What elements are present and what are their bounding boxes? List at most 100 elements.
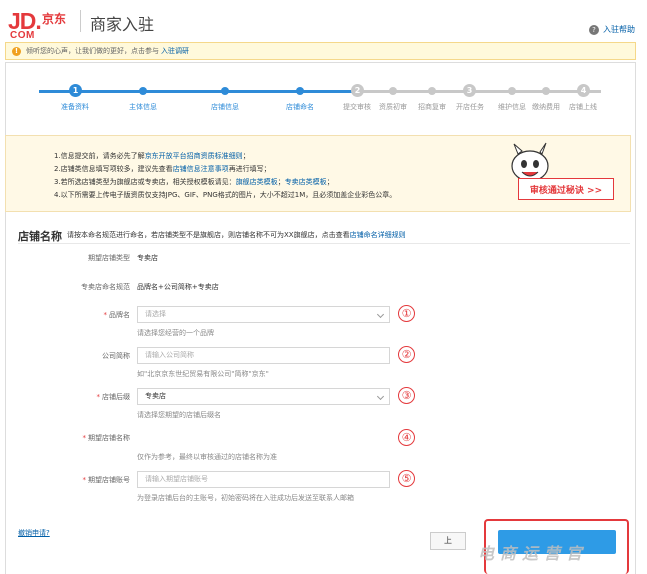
step-label: 缴纳费用 [532, 103, 560, 111]
step-label: 店铺信息 [211, 103, 239, 111]
account-input[interactable]: 请输入期望店铺账号 [137, 471, 390, 488]
annotation-number-1: ① [398, 305, 415, 322]
step-label: 主体信息 [129, 103, 157, 111]
page-header: JD. 京东 COM 商家入驻 ? 入驻帮助 [0, 0, 647, 42]
previous-step-button[interactable]: 上 [430, 532, 466, 550]
step-label: 店铺上线 [569, 103, 597, 111]
suffix-hint: 请选择您期望的店铺后缀名 [137, 411, 221, 419]
step-group-2-node: 2 [351, 84, 364, 97]
required-mark: * [82, 476, 87, 484]
step-label: 店铺命名 [286, 103, 314, 111]
account-hint: 为登录店铺后台的主账号，初始密码将在入驻成功后发送至联系人邮箱 [137, 494, 354, 502]
company-label: 公司简称 [102, 352, 130, 360]
expected-name-hint: 仅作为参考，最终以审核通过的店铺名称为准 [137, 453, 277, 461]
brand-select-placeholder: 请选择 [145, 310, 166, 318]
store-notes-link[interactable]: 店铺信息注意事项 [173, 165, 229, 173]
survey-notice: ! 倾听您的心声，让我们做的更好，点击参与 入驻调研 [5, 42, 636, 60]
help-link[interactable]: ? 入驻帮助 [589, 24, 635, 35]
store-type-value: 专卖店 [137, 254, 158, 262]
cancel-application-link[interactable]: 撤销申请? [18, 528, 50, 538]
annotation-number-3: ③ [398, 387, 415, 404]
suffix-label-text: 店铺后缀 [102, 393, 130, 401]
suffix-select[interactable]: 专卖店 [137, 388, 390, 405]
step-group-3-node: 3 [463, 84, 476, 97]
suffix-label: * 店铺后缀 [0, 392, 131, 402]
annotation-number-5: ⑤ [398, 470, 415, 487]
annotation-number-4: ④ [398, 429, 415, 446]
step-dot [296, 87, 304, 95]
naming-rules-link[interactable]: 店铺命名详细规则 [350, 231, 406, 239]
section-title: 店铺名称 [18, 230, 62, 243]
info-text: ； [277, 178, 285, 186]
brand-select[interactable]: 请选择 [137, 306, 390, 323]
step-label: 开店任务 [456, 103, 484, 111]
info-text: ； [326, 178, 334, 186]
chevron-down-icon [376, 310, 385, 319]
header-divider [80, 10, 81, 32]
step-dot [389, 87, 397, 95]
store-type-label: 期望店铺类型 [88, 254, 130, 262]
info-line-4: 4.以下所需要上传电子版资质仅支持JPG、GIF、PNG格式的图片，大小不超过1… [54, 191, 397, 199]
question-icon: ? [589, 24, 599, 35]
step-label: 维护信息 [498, 103, 526, 111]
brand-label-text: 品牌名 [109, 311, 130, 319]
logo-com-text: COM [10, 30, 35, 41]
progress-steps: 1 2 3 4 准备资料 主体信息 店铺信息 店铺命名 提交审核 资质初审 招商… [5, 62, 636, 122]
info-text: ； [242, 152, 250, 160]
info-text: 1.信息提交前，请务必先了解 [54, 152, 145, 160]
step-dot [139, 87, 147, 95]
flagship-template-link[interactable]: 旗舰店类模板 [236, 178, 278, 186]
info-text: 再进行填写； [228, 165, 271, 173]
expected-name-label: * 期望店铺名称 [0, 433, 131, 443]
info-line-3: 3.若所选店铺类型为旗舰店或专卖店，相关授权模板请见：旗舰店类模板；专卖店类模板… [54, 176, 396, 189]
annotation-number-2: ② [398, 346, 415, 363]
exclamation-icon: ! [12, 46, 21, 56]
logo-cn-text: 京东 [42, 12, 67, 26]
help-label: 入驻帮助 [603, 25, 635, 34]
info-text: 2.店铺类信息填写项较多，建议先查看 [54, 165, 173, 173]
specialty-template-link[interactable]: 专卖店类模板 [285, 178, 327, 186]
company-input-placeholder: 请输入公司简称 [145, 351, 194, 359]
required-mark: * [96, 393, 101, 401]
info-lines: 1.信息提交前，请务必先了解京东开放平台招商资质标准细则； 2.店铺类信息填写项… [54, 150, 396, 202]
section-description: 请按本命名规范进行命名，若店铺类型不是旗舰店，则店铺名称不可为XX旗舰店，点击查… [67, 230, 406, 240]
info-text: 3.若所选店铺类型为旗舰店或专卖店，相关授权模板请见： [54, 178, 236, 186]
naming-rule-label: 专卖店命名规范 [81, 283, 130, 291]
step-label: 准备资料 [61, 103, 89, 111]
notice-text: 倾听您的心声，让我们做的更好，点击参与 [26, 47, 159, 55]
step-label: 招商复审 [418, 103, 446, 111]
brand-label: * 品牌名 [0, 310, 131, 320]
account-input-placeholder: 请输入期望店铺账号 [145, 475, 208, 483]
step-group-4-node: 4 [577, 84, 590, 97]
info-line-1: 1.信息提交前，请务必先了解京东开放平台招商资质标准细则； [54, 150, 396, 163]
step-line-active [39, 90, 359, 93]
account-label-text: 期望店铺账号 [88, 476, 130, 484]
survey-link[interactable]: 入驻调研 [161, 46, 189, 56]
expected-name-label-text: 期望店铺名称 [88, 434, 130, 442]
section-desc-text: 请按本命名规范进行命名，若店铺类型不是旗舰店，则店铺名称不可为XX旗舰店，点击查… [67, 231, 350, 239]
brand-hint: 请选择您经营的一个品牌 [137, 329, 214, 337]
account-label: * 期望店铺账号 [0, 475, 131, 485]
step-label: 提交审核 [343, 103, 371, 111]
company-hint: 如"北京京东世纪贸易有限公司"简称"京东" [137, 370, 269, 378]
info-box: 1.信息提交前，请务必先了解京东开放平台招商资质标准细则； 2.店铺类信息填写项… [5, 135, 631, 212]
step-dot [508, 87, 516, 95]
info-line-2: 2.店铺类信息填写项较多，建议先查看店铺信息注意事项再进行填写； [54, 163, 396, 176]
jd-logo[interactable]: JD. 京东 COM [8, 6, 70, 41]
standards-link[interactable]: 京东开放平台招商资质标准细则 [145, 152, 243, 160]
company-input[interactable]: 请输入公司简称 [137, 347, 390, 364]
watermark: 电商运营官 [478, 544, 589, 563]
section-divider [18, 243, 630, 244]
page-title: 商家入驻 [90, 15, 155, 34]
step-group-1-node: 1 [69, 84, 82, 97]
step-dot [221, 87, 229, 95]
step-dot [428, 87, 436, 95]
required-mark: * [82, 434, 87, 442]
step-dot [542, 87, 550, 95]
chevron-down-icon [376, 392, 385, 401]
suffix-select-value: 专卖店 [145, 392, 166, 400]
required-mark: * [103, 311, 108, 319]
step-label: 资质初审 [379, 103, 407, 111]
audit-tips-button[interactable]: 审核通过秘诀 >> [518, 178, 614, 200]
naming-rule-value: 品牌名+公司简称+专卖店 [137, 283, 219, 291]
